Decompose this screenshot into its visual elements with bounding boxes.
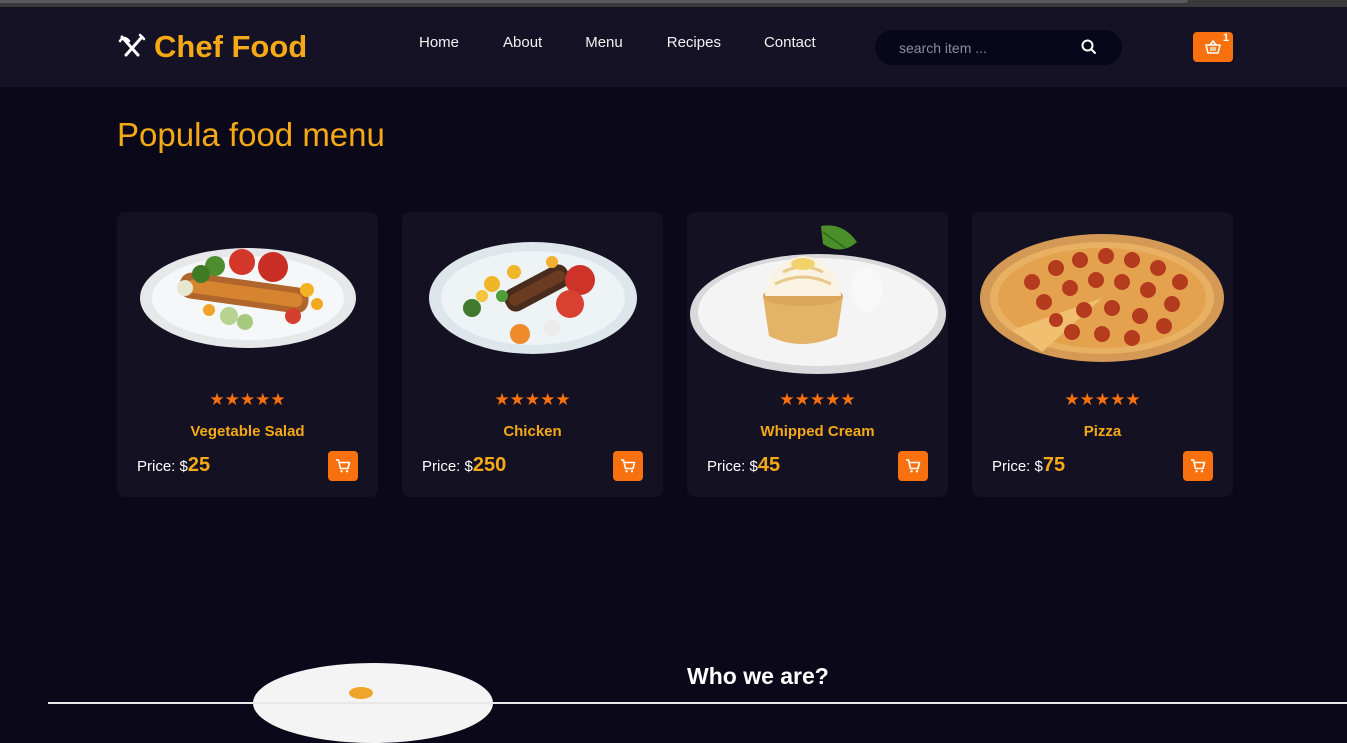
brand-logo[interactable]: Chef Food [118, 27, 307, 67]
fork-knife-icon [118, 33, 146, 57]
food-name[interactable]: Chicken [402, 423, 663, 440]
search-icon[interactable] [1080, 38, 1098, 56]
cart-button[interactable]: 1 [1193, 32, 1233, 62]
brand-name: Chef Food [154, 29, 308, 64]
price-amount: 45 [757, 454, 781, 476]
search-box [875, 30, 1122, 65]
rating-stars: ★★★★★ [779, 390, 856, 409]
price-label: Price: $ [992, 458, 1043, 475]
price-label: Price: $ [137, 458, 188, 475]
cart-count-badge: 1 [1222, 32, 1229, 44]
nav-about[interactable]: About [503, 34, 542, 51]
nav-recipes[interactable]: Recipes [667, 34, 721, 51]
food-card: ★★★★★ Pizza Price: $75 [972, 212, 1233, 497]
food-price: Price: $250 [422, 454, 506, 477]
add-to-cart-button[interactable] [328, 451, 358, 481]
chicken-image [429, 242, 637, 354]
cart-icon [1191, 459, 1206, 473]
search-input[interactable] [899, 38, 1069, 58]
food-name[interactable]: Pizza [972, 423, 1233, 440]
nav-contact[interactable]: Contact [764, 34, 816, 51]
add-to-cart-button[interactable] [898, 451, 928, 481]
basket-icon [1205, 40, 1221, 54]
cart-icon [621, 459, 636, 473]
menu-section-title: Popula food menu [117, 116, 385, 153]
food-price: Price: $25 [137, 454, 210, 477]
browser-scroll-track [0, 0, 1188, 3]
price-label: Price: $ [707, 458, 758, 475]
nav-home[interactable]: Home [419, 34, 459, 51]
vegetable-salad-image [140, 248, 356, 348]
browser-top-strip [0, 0, 1347, 7]
main-nav: Home About Menu Recipes Contact [400, 34, 816, 51]
food-card: ★★★★★ Chicken Price: $250 [402, 212, 663, 497]
pizza-image [980, 234, 1224, 362]
food-price: Price: $75 [992, 454, 1065, 477]
cart-icon [336, 459, 351, 473]
food-card: ★★★★★ Whipped Cream Price: $45 [687, 212, 948, 497]
rating-stars: ★★★★★ [209, 390, 286, 409]
food-price: Price: $45 [707, 454, 780, 477]
price-amount: 75 [1042, 454, 1066, 476]
nav-menu[interactable]: Menu [585, 34, 623, 51]
rating-stars: ★★★★★ [1064, 390, 1141, 409]
price-label: Price: $ [422, 458, 473, 475]
site-header: Chef Food Home About Menu Recipes Contac… [0, 7, 1347, 87]
price-amount: 25 [187, 454, 211, 476]
whipped-cream-image [690, 225, 946, 374]
food-name[interactable]: Whipped Cream [687, 423, 948, 440]
food-name[interactable]: Vegetable Salad [117, 423, 378, 440]
rating-stars: ★★★★★ [494, 390, 571, 409]
cart-icon [906, 459, 921, 473]
add-to-cart-button[interactable] [613, 451, 643, 481]
about-heading: Who we are? [687, 663, 829, 689]
price-amount: 250 [472, 454, 507, 476]
add-to-cart-button[interactable] [1183, 451, 1213, 481]
food-card: ★★★★★ Vegetable Salad Price: $25 [117, 212, 378, 497]
